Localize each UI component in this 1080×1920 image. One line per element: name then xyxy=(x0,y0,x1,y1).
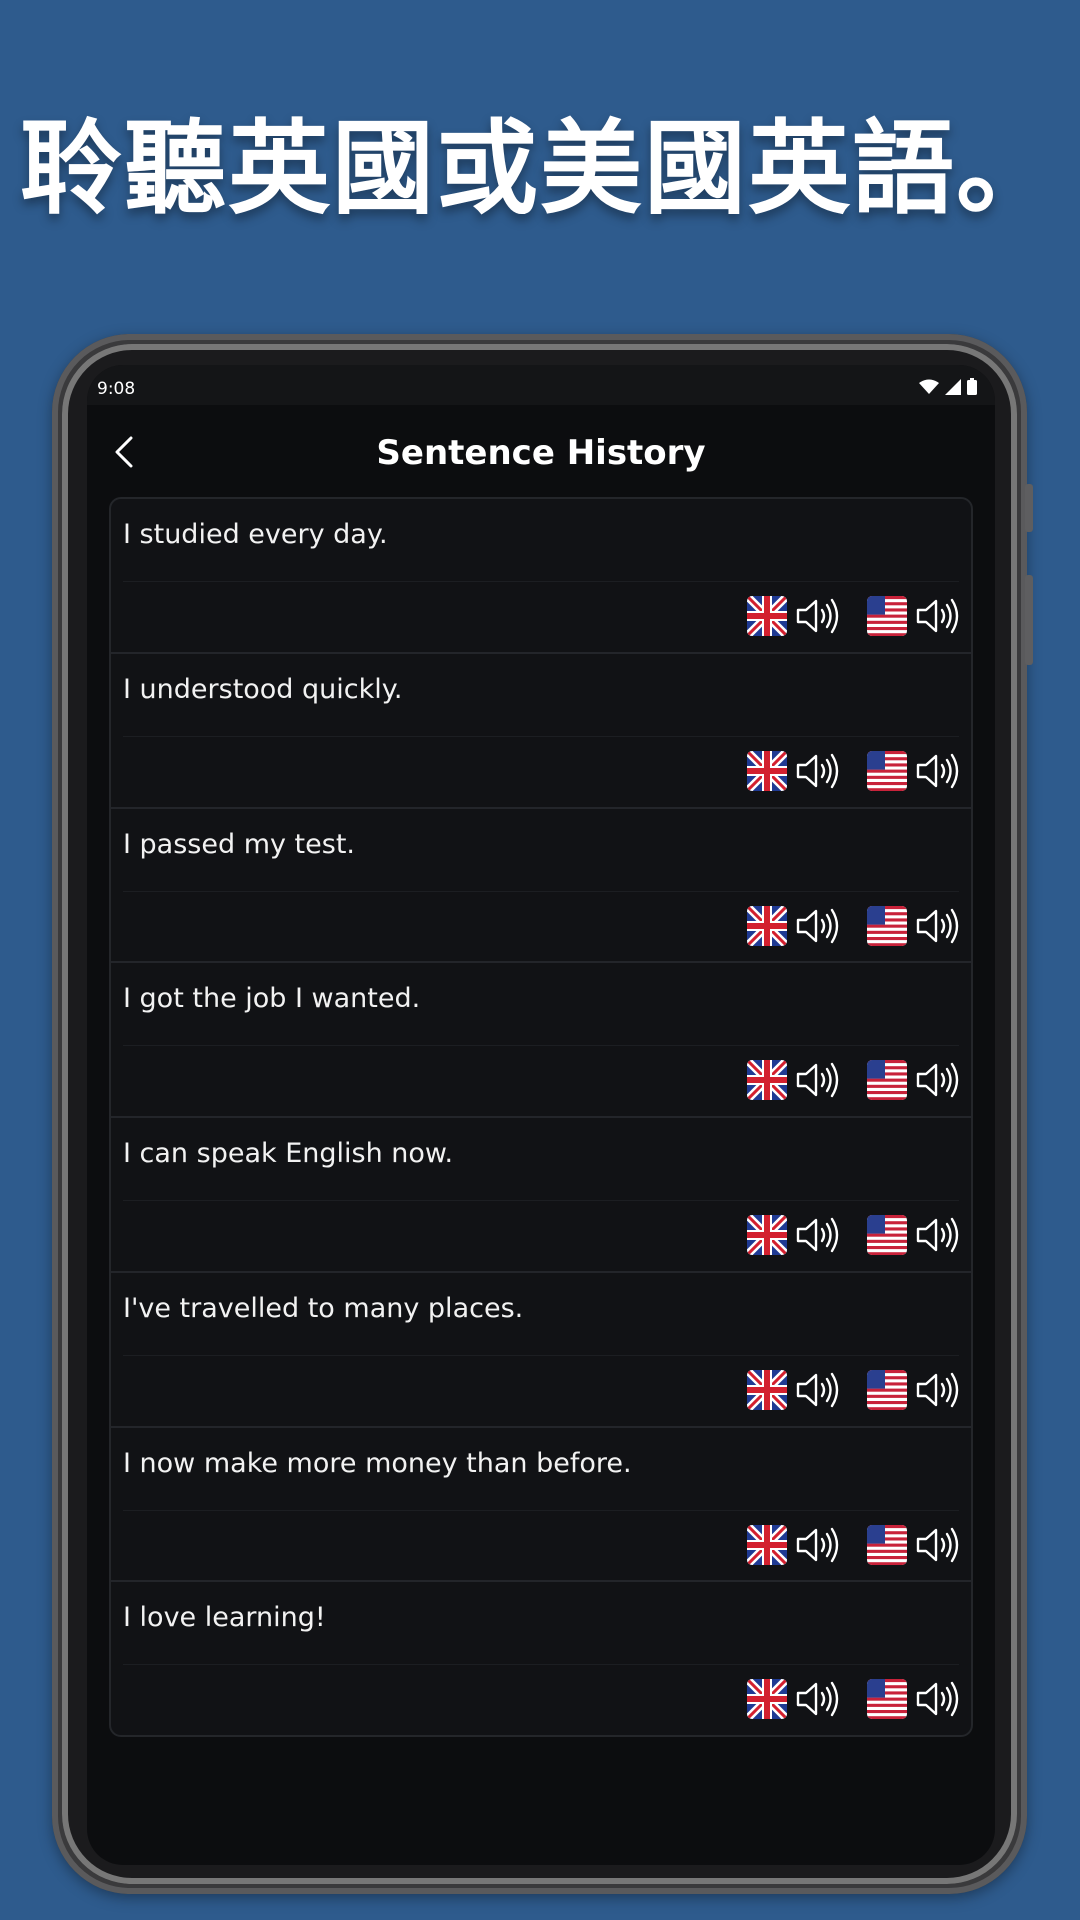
uk-flag-icon[interactable] xyxy=(747,905,787,946)
sentence-text: I've travelled to many places. xyxy=(123,1292,524,1324)
uk-flag-icon[interactable] xyxy=(747,1524,787,1565)
us-flag-icon[interactable] xyxy=(867,1060,907,1101)
pronunciation-actions xyxy=(747,905,959,946)
uk-flag-icon[interactable] xyxy=(747,750,787,791)
sentence-item: I understood quickly. xyxy=(111,654,971,809)
page-title: Sentence History xyxy=(376,433,706,473)
power-button xyxy=(1025,575,1033,665)
speaker-icon[interactable] xyxy=(915,906,959,946)
speaker-icon[interactable] xyxy=(795,1060,839,1100)
speaker-icon[interactable] xyxy=(795,751,839,791)
uk-flag-icon[interactable] xyxy=(747,1679,787,1720)
speaker-icon[interactable] xyxy=(915,1370,959,1410)
sentence-item: I love learning! xyxy=(111,1582,971,1737)
speaker-icon[interactable] xyxy=(795,906,839,946)
status-bar: 9:08 xyxy=(87,365,995,405)
speaker-icon[interactable] xyxy=(915,1525,959,1565)
uk-flag-icon[interactable] xyxy=(747,1060,787,1101)
sentence-text: I now make more money than before. xyxy=(123,1447,632,1479)
item-divider xyxy=(123,735,959,737)
us-flag-icon[interactable] xyxy=(867,1369,907,1410)
speaker-icon[interactable] xyxy=(795,1679,839,1719)
promo-headline: 聆聽英國或美國英語。 xyxy=(20,110,1060,229)
pronunciation-actions xyxy=(747,750,959,791)
sentence-text: I studied every day. xyxy=(123,519,388,550)
sentence-item: I can speak English now. xyxy=(111,1118,971,1273)
uk-flag-icon[interactable] xyxy=(747,1215,787,1255)
speaker-icon[interactable] xyxy=(915,596,959,636)
uk-flag-icon[interactable] xyxy=(747,1369,787,1410)
battery-icon xyxy=(967,378,977,395)
us-flag-icon[interactable] xyxy=(867,905,907,946)
speaker-icon[interactable] xyxy=(795,1525,839,1565)
pronunciation-actions xyxy=(747,1215,959,1255)
item-divider xyxy=(123,890,959,892)
sentence-item: I've travelled to many places. xyxy=(111,1273,971,1428)
signal-icon xyxy=(945,378,961,395)
wifi-icon xyxy=(919,379,939,394)
us-flag-icon[interactable] xyxy=(867,750,907,791)
sentence-item: I got the job I wanted. xyxy=(111,963,971,1118)
us-flag-icon[interactable] xyxy=(867,1679,907,1720)
sentence-text: I understood quickly. xyxy=(123,673,403,705)
sentence-item: I passed my test. xyxy=(111,809,971,964)
item-divider xyxy=(123,1509,959,1511)
app-bar: Sentence History xyxy=(87,405,995,495)
pronunciation-actions xyxy=(747,596,959,636)
speaker-icon[interactable] xyxy=(915,751,959,791)
volume-button xyxy=(1025,484,1033,532)
us-flag-icon[interactable] xyxy=(867,1524,907,1565)
pronunciation-actions xyxy=(747,1524,959,1565)
item-divider xyxy=(123,1354,959,1356)
status-time: 9:08 xyxy=(97,379,136,399)
speaker-icon[interactable] xyxy=(915,1060,959,1100)
uk-flag-icon[interactable] xyxy=(747,596,787,636)
sentence-item: I now make more money than before. xyxy=(111,1428,971,1583)
sentence-item: I studied every day. xyxy=(111,499,971,654)
speaker-icon[interactable] xyxy=(795,1215,839,1255)
item-divider xyxy=(123,1045,959,1047)
item-divider xyxy=(123,1200,959,1201)
speaker-icon[interactable] xyxy=(915,1215,959,1255)
sentence-text: I love learning! xyxy=(123,1602,326,1634)
speaker-icon[interactable] xyxy=(795,596,839,636)
us-flag-icon[interactable] xyxy=(867,1215,907,1255)
sentence-list: I studied every day. I understood quickl… xyxy=(109,497,973,1737)
speaker-icon[interactable] xyxy=(915,1679,959,1719)
app-screen: 9:08 Sentence History I studied every da… xyxy=(87,365,995,1865)
pronunciation-actions xyxy=(747,1679,959,1720)
sentence-text: I passed my test. xyxy=(123,828,355,860)
pronunciation-actions xyxy=(747,1369,959,1410)
sentence-text: I got the job I wanted. xyxy=(123,983,421,1015)
item-divider xyxy=(123,581,959,582)
pronunciation-actions xyxy=(747,1060,959,1101)
item-divider xyxy=(123,1664,959,1666)
speaker-icon[interactable] xyxy=(795,1370,839,1410)
us-flag-icon[interactable] xyxy=(867,596,907,636)
sentence-text: I can speak English now. xyxy=(123,1138,454,1169)
